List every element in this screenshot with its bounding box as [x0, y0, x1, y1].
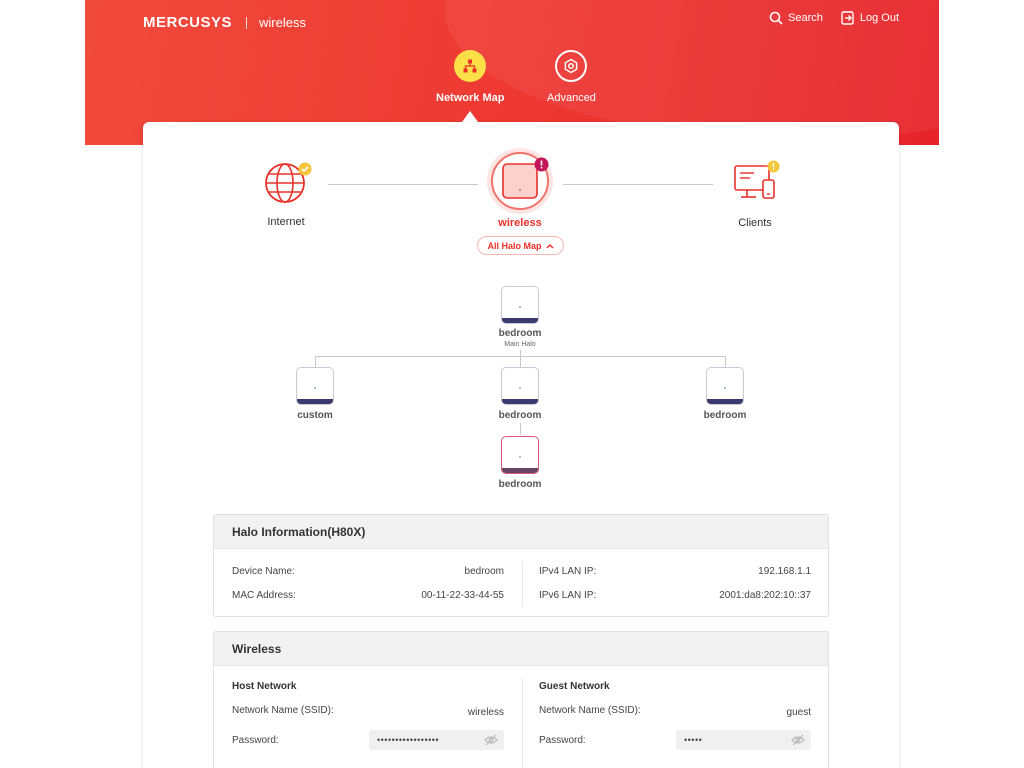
clients-node[interactable]: Clients [727, 160, 783, 229]
halo-main-label: bedroom [498, 328, 542, 339]
guest-password-field[interactable]: ••••• [676, 730, 811, 750]
halo-child-3-device[interactable] [706, 367, 744, 405]
nav-network-map[interactable]: Network Map [436, 50, 504, 104]
internet-node[interactable]: Internet [258, 160, 314, 228]
internet-label: Internet [267, 216, 305, 228]
halo-main-device[interactable] [501, 286, 539, 324]
host-network-heading: Host Network [232, 681, 297, 692]
guest-ssid-value: guest [786, 707, 811, 718]
ipv4-label: IPv4 LAN IP: [539, 566, 597, 577]
device-name-value: bedroom [464, 566, 504, 577]
nav-network-map-label: Network Map [436, 92, 505, 104]
clients-status-badge-icon [767, 160, 780, 173]
ipv6-label: IPv6 LAN IP: [539, 590, 597, 601]
search-icon [769, 11, 783, 25]
brand-model: wireless [259, 15, 306, 30]
clients-label: Clients [738, 217, 772, 229]
brand-separator [246, 16, 248, 29]
device-name-label: Device Name: [232, 566, 295, 577]
all-halo-map-button[interactable]: All Halo Map [477, 236, 564, 255]
chevron-up-icon [545, 243, 554, 249]
halo-main-sublabel: Main Halo [504, 341, 536, 348]
advanced-gear-icon [555, 50, 588, 82]
guest-network-heading: Guest Network [539, 681, 610, 692]
logout-button[interactable]: Log Out [841, 11, 899, 25]
halo-grandchild-label: bedroom [498, 479, 542, 490]
wireless-divider [522, 678, 523, 768]
all-halo-map-label: All Halo Map [487, 240, 542, 251]
wireless-panel: Wireless Host Network Network Name (SSID… [213, 631, 829, 768]
halo-child-3-label: bedroom [703, 410, 747, 421]
content-card: Internet wireless All Halo Map Clients b… [143, 122, 899, 768]
halo-info-panel: Halo Information(H80X) Device Name: bedr… [213, 514, 829, 617]
search-label: Search [788, 12, 823, 24]
halo-info-title: Halo Information(H80X) [214, 515, 828, 549]
logout-label: Log Out [859, 12, 899, 24]
router-alert-badge-icon [534, 157, 549, 172]
nav-advanced[interactable]: Advanced [547, 50, 596, 104]
host-password-label: Password: [232, 735, 279, 746]
brand-logo: MERCUSYS [143, 14, 233, 31]
halo-child-1-label: custom [297, 410, 333, 421]
halo-grandchild-device[interactable] [501, 436, 539, 474]
network-map-icon [454, 50, 487, 82]
halo-child-1-device[interactable] [296, 367, 334, 405]
host-password-field[interactable]: ••••••••••••••••• [369, 730, 504, 750]
router-label: wireless [498, 217, 542, 229]
top-actions: Search Log Out [769, 11, 899, 25]
brand: MERCUSYS wireless [143, 14, 306, 31]
wireless-title: Wireless [214, 632, 828, 666]
host-password-value: ••••••••••••••••• [377, 735, 440, 745]
nav-advanced-label: Advanced [547, 92, 596, 104]
ipv4-value: 192.168.1.1 [758, 566, 811, 577]
search-button[interactable]: Search [769, 11, 823, 25]
mac-address-label: MAC Address: [232, 590, 296, 601]
host-ssid-value: wireless [467, 707, 504, 718]
guest-password-value: ••••• [684, 735, 703, 745]
router-device-icon [502, 163, 538, 199]
logout-icon [841, 11, 854, 25]
internet-router-link [328, 184, 478, 185]
eye-hidden-icon[interactable] [484, 734, 498, 746]
router-clients-link [563, 184, 713, 185]
guest-password-label: Password: [539, 735, 586, 746]
halo-child-2-label: bedroom [498, 410, 542, 421]
host-ssid-label: Network Name (SSID): [232, 705, 334, 716]
router-node[interactable]: wireless [480, 148, 560, 229]
guest-ssid-label: Network Name (SSID): [539, 705, 641, 716]
halo-info-divider [522, 561, 523, 607]
internet-ok-badge-icon [298, 162, 312, 176]
nav-active-caret [462, 111, 478, 122]
halo-child-2-device[interactable] [501, 367, 539, 405]
ipv6-value: 2001:da8:202:10::37 [719, 590, 811, 601]
mac-address-value: 00-11-22-33-44-55 [421, 590, 504, 601]
eye-hidden-icon[interactable] [791, 734, 805, 746]
halo-grandchild-stem [520, 423, 521, 435]
